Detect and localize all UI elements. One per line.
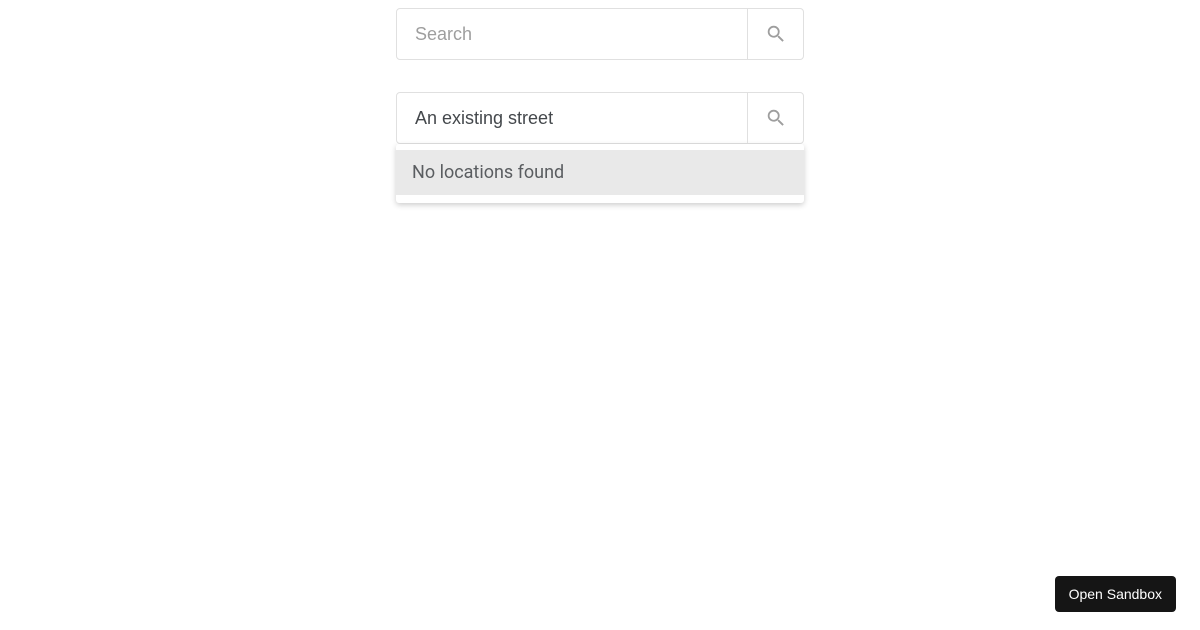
open-sandbox-button[interactable]: Open Sandbox xyxy=(1055,576,1176,612)
page-container: No locations found xyxy=(0,0,1200,235)
search-button-2[interactable] xyxy=(747,93,803,143)
search-icon xyxy=(765,107,787,129)
search-dropdown: No locations found xyxy=(396,144,804,203)
search-wrapper-2: No locations found xyxy=(396,92,804,203)
search-wrapper-1 xyxy=(396,8,804,60)
search-input-1[interactable] xyxy=(397,9,747,59)
search-box-2 xyxy=(396,92,804,144)
search-input-2[interactable] xyxy=(397,93,747,143)
search-box-1 xyxy=(396,8,804,60)
search-button-1[interactable] xyxy=(747,9,803,59)
search-icon xyxy=(765,23,787,45)
dropdown-no-results: No locations found xyxy=(396,150,804,195)
